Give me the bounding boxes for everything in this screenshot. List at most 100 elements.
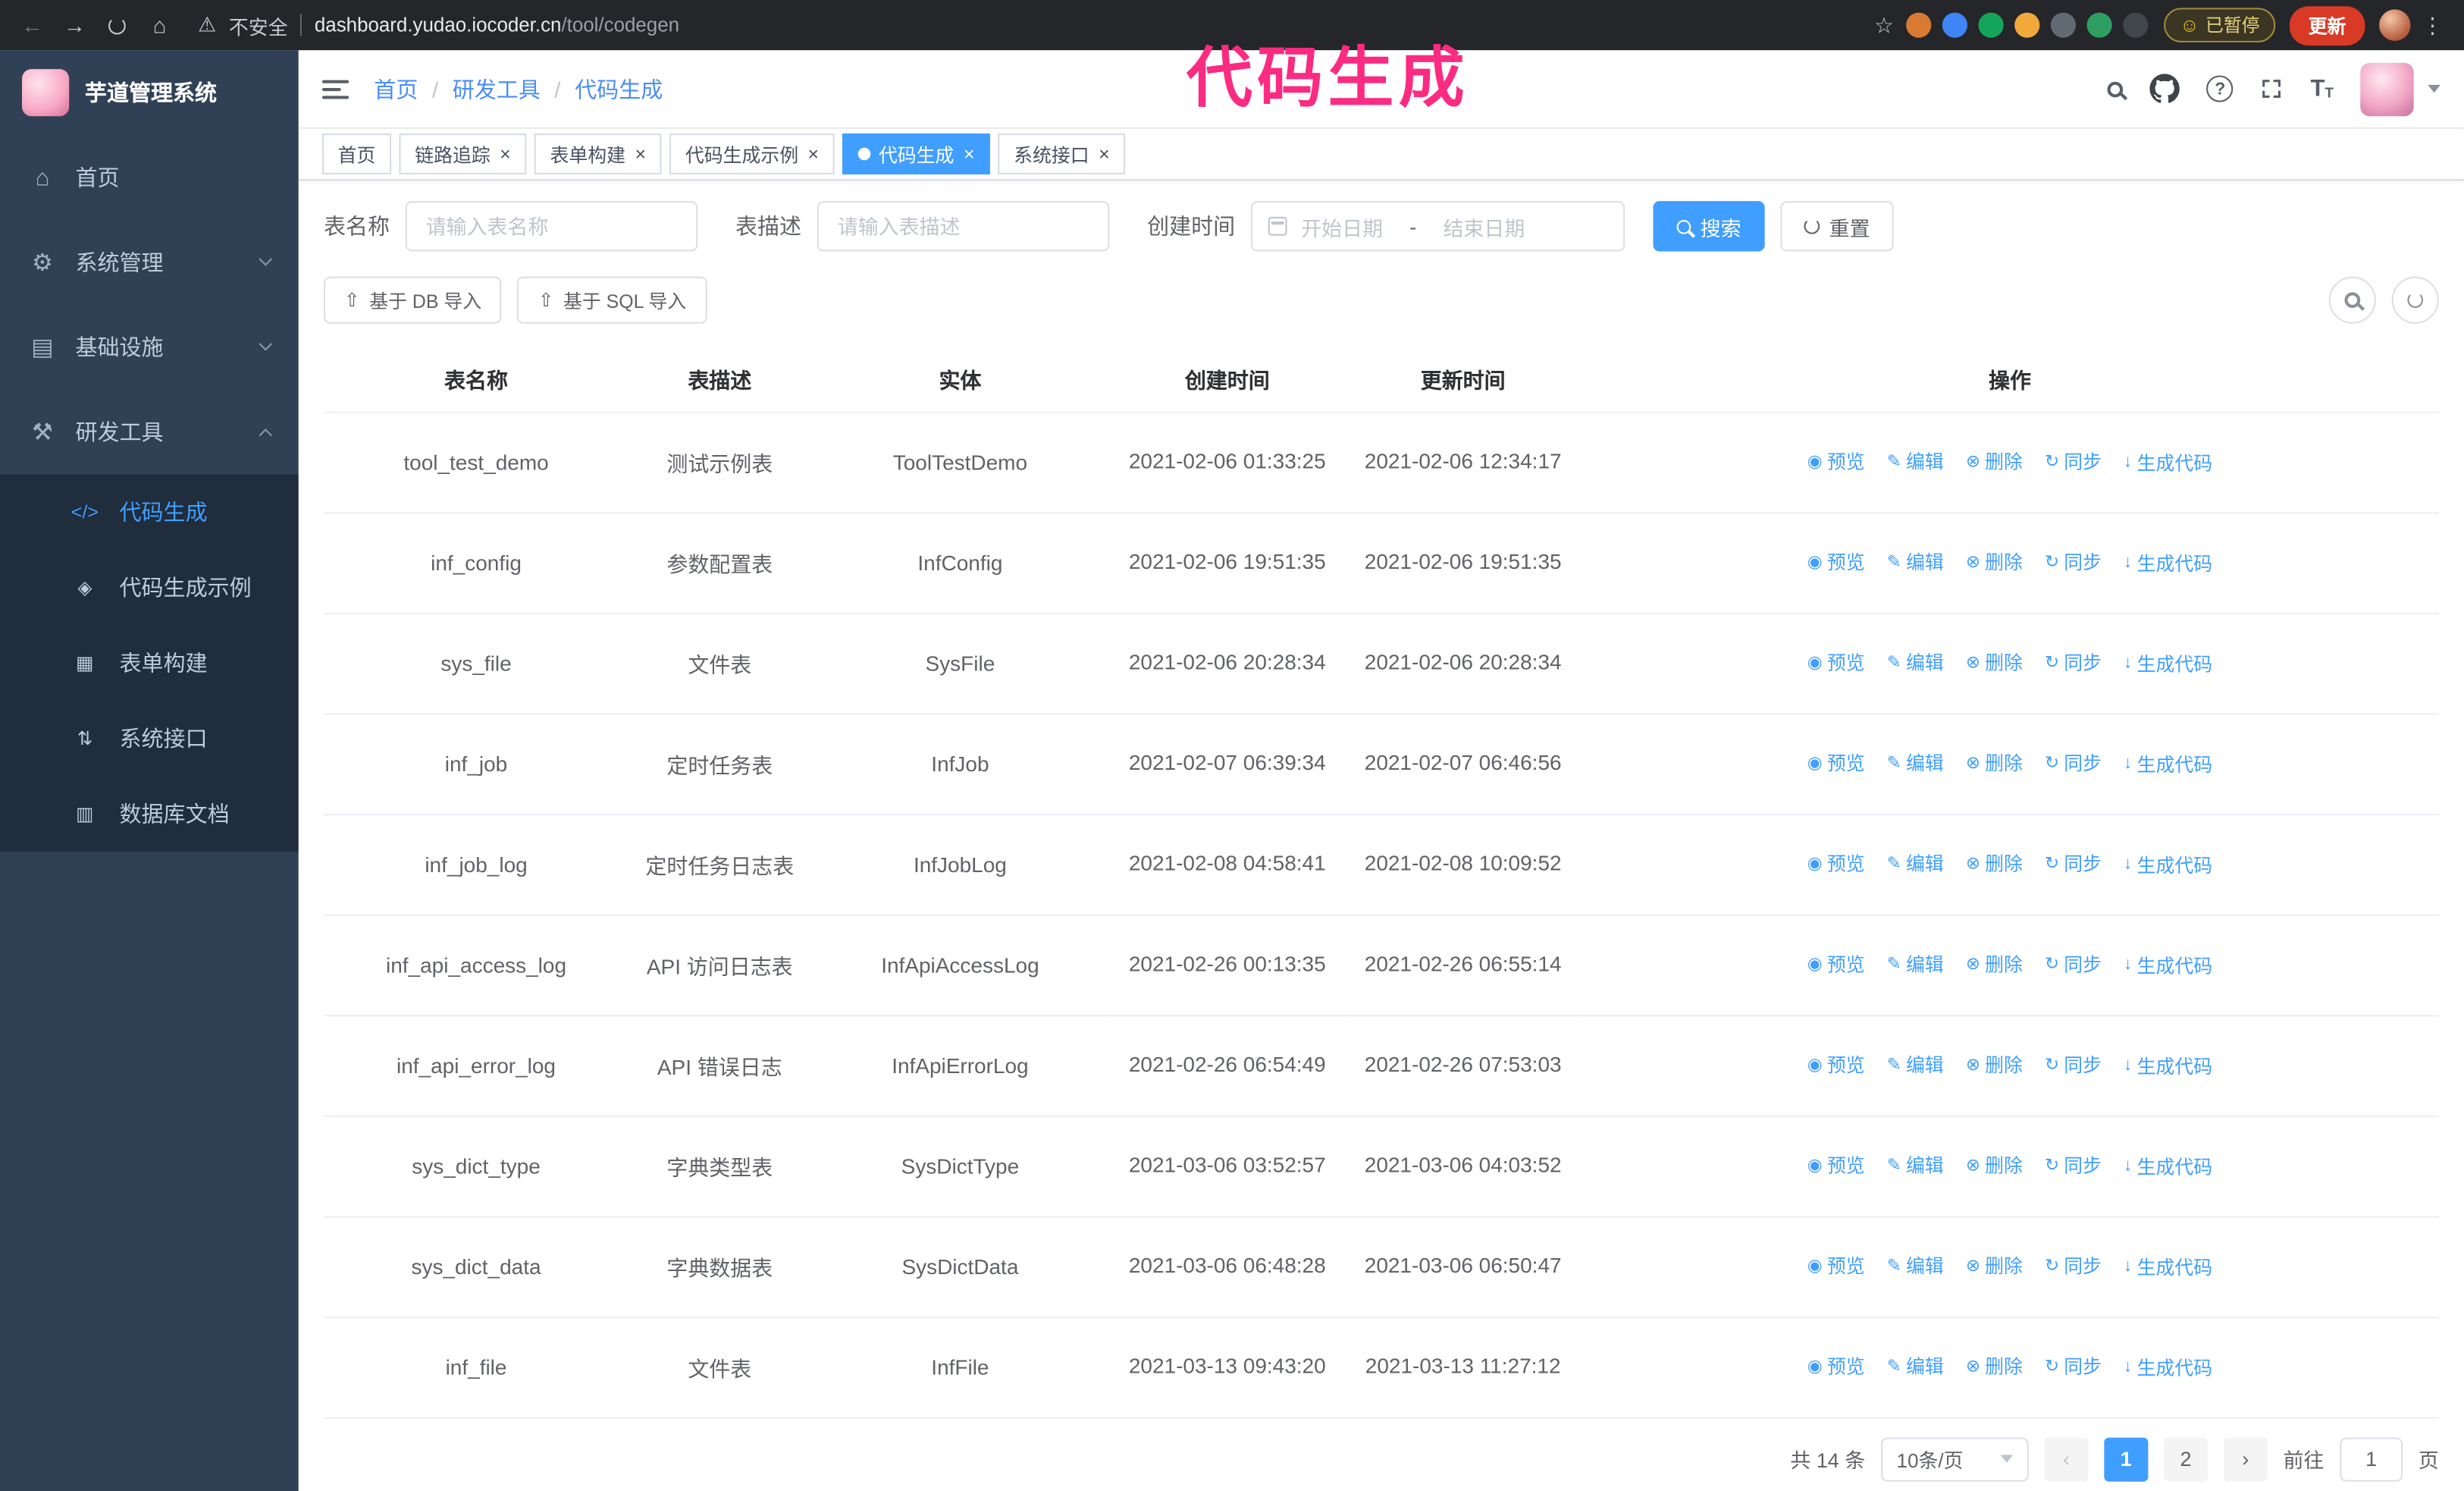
search-button[interactable]: 搜索 [1653,201,1765,252]
sidebar-subitem-0[interactable]: </> 代码生成 [0,475,299,550]
tab-2[interactable]: 表单构建 × [534,133,662,174]
preview-link[interactable]: ◉ 预览 [1807,850,1865,877]
sidebar-subitem-2[interactable]: ▦ 表单构建 [0,626,299,701]
tab-1[interactable]: 链路追踪 × [399,133,527,174]
delete-link[interactable]: ⊗ 删除 [1966,1152,2023,1179]
font-size-icon[interactable]: TT [2311,75,2334,102]
preview-link[interactable]: ◉ 预览 [1807,1152,1865,1179]
generate-code-link[interactable]: ↓ 生成代码 [2124,851,2212,877]
edit-link[interactable]: ✎ 编辑 [1887,1051,1944,1078]
edit-link[interactable]: ✎ 编辑 [1887,1353,1944,1380]
preview-link[interactable]: ◉ 预览 [1807,951,1865,978]
page-size-select[interactable]: 10条/页 [1880,1436,2029,1481]
caret-down-icon[interactable] [2428,84,2440,93]
import-sql-button[interactable]: ⇧ 基于 SQL 导入 [517,276,707,324]
generate-code-link[interactable]: ↓ 生成代码 [2124,1053,2212,1079]
sync-link[interactable]: ↻ 同步 [2045,1051,2102,1078]
fullscreen-icon[interactable] [2260,77,2284,101]
sync-link[interactable]: ↻ 同步 [2045,549,2102,576]
edit-link[interactable]: ✎ 编辑 [1887,448,1944,475]
sync-link[interactable]: ↻ 同步 [2045,750,2102,777]
paused-badge[interactable]: ☺ 已暂停 [2164,8,2276,42]
github-icon[interactable] [2150,74,2180,103]
extension-gray-icon[interactable] [2051,12,2077,38]
sidebar-item-0[interactable]: ⌂ 首页 [0,135,299,220]
tab-3[interactable]: 代码生成示例 × [669,133,835,174]
preview-link[interactable]: ◉ 预览 [1807,448,1865,475]
delete-link[interactable]: ⊗ 删除 [1966,649,2023,676]
close-tab-icon[interactable]: × [500,145,511,164]
browser-reload-button[interactable] [98,5,137,45]
delete-link[interactable]: ⊗ 删除 [1966,850,2023,877]
sync-link[interactable]: ↻ 同步 [2045,850,2102,877]
delete-link[interactable]: ⊗ 删除 [1966,1253,2023,1279]
sync-link[interactable]: ↻ 同步 [2045,1152,2102,1179]
next-page-button[interactable]: › [2223,1436,2268,1481]
preview-link[interactable]: ◉ 预览 [1807,549,1865,576]
generate-code-link[interactable]: ↓ 生成代码 [2124,1354,2212,1380]
browser-home-button[interactable]: ⌂ [140,5,179,45]
page-button-2[interactable]: 2 [2164,1436,2209,1481]
delete-link[interactable]: ⊗ 删除 [1966,448,2023,475]
prev-page-button[interactable]: ‹ [2044,1436,2089,1481]
tab-4[interactable]: 代码生成 × [842,133,991,174]
edit-link[interactable]: ✎ 编辑 [1887,549,1944,576]
edit-link[interactable]: ✎ 编辑 [1887,1253,1944,1279]
sidebar-subitem-3[interactable]: ⇅ 系统接口 [0,701,299,776]
edit-link[interactable]: ✎ 编辑 [1887,951,1944,978]
search-icon[interactable] [2108,80,2124,97]
tab-0[interactable]: 首页 [321,133,392,174]
preview-link[interactable]: ◉ 预览 [1807,1051,1865,1078]
generate-code-link[interactable]: ↓ 生成代码 [2124,1254,2212,1280]
extension-leaf-icon[interactable] [2086,12,2113,38]
sync-link[interactable]: ↻ 同步 [2045,649,2102,676]
close-tab-icon[interactable]: × [808,145,820,164]
refresh-table-button[interactable] [2391,276,2439,324]
sync-link[interactable]: ↻ 同步 [2045,1253,2102,1279]
sidebar-subitem-1[interactable]: ◈ 代码生成示例 [0,550,299,625]
browser-profile-avatar[interactable] [2379,9,2411,41]
delete-link[interactable]: ⊗ 删除 [1966,951,2023,978]
browser-back-button[interactable]: ← [13,5,52,45]
page-button-1[interactable]: 1 [2104,1436,2149,1481]
extension-blue-icon[interactable] [1942,12,1968,38]
generate-code-link[interactable]: ↓ 生成代码 [2124,952,2212,978]
browser-forward-button[interactable]: → [55,5,95,45]
toggle-search-button[interactable] [2328,276,2376,324]
sidebar-item-1[interactable]: ⚙ 系统管理 [0,220,299,305]
browser-menu-icon[interactable]: ⋮ [2414,12,2452,39]
preview-link[interactable]: ◉ 预览 [1807,1353,1865,1380]
import-db-button[interactable]: ⇧ 基于 DB 导入 [323,276,503,324]
extension-yellow-icon[interactable] [2014,12,2040,38]
generate-code-link[interactable]: ↓ 生成代码 [2124,751,2212,777]
hamburger-icon[interactable] [321,79,350,99]
preview-link[interactable]: ◉ 预览 [1807,1253,1865,1279]
edit-link[interactable]: ✎ 编辑 [1887,750,1944,777]
sync-link[interactable]: ↻ 同步 [2045,1353,2102,1380]
generate-code-link[interactable]: ↓ 生成代码 [2124,1153,2212,1179]
table-desc-input[interactable] [817,201,1110,252]
sidebar-subitem-4[interactable]: ▥ 数据库文档 [0,776,299,851]
user-avatar[interactable] [2360,61,2414,116]
extension-green-check-icon[interactable] [1978,12,2005,38]
extension-dark-puzzle-icon[interactable] [2123,12,2149,38]
sync-link[interactable]: ↻ 同步 [2045,448,2102,475]
generate-code-link[interactable]: ↓ 生成代码 [2124,650,2212,676]
breadcrumb-item-1[interactable]: 研发工具 [453,73,541,104]
preview-link[interactable]: ◉ 预览 [1807,649,1865,676]
close-tab-icon[interactable]: × [964,145,975,164]
table-name-input[interactable] [405,201,698,252]
update-button[interactable]: 更新 [2289,5,2365,46]
reset-button[interactable]: 重置 [1780,201,1894,252]
sidebar-item-2[interactable]: ▤ 基础设施 [0,305,299,390]
edit-link[interactable]: ✎ 编辑 [1887,850,1944,877]
sync-link[interactable]: ↻ 同步 [2045,951,2102,978]
breadcrumb-item-2[interactable]: 代码生成 [575,73,663,104]
generate-code-link[interactable]: ↓ 生成代码 [2124,550,2212,576]
extension-orange-icon[interactable] [1906,12,1932,38]
edit-link[interactable]: ✎ 编辑 [1887,1152,1944,1179]
bookmark-star-icon[interactable]: ☆ [1874,12,1894,39]
goto-page-input[interactable] [2340,1436,2403,1481]
delete-link[interactable]: ⊗ 删除 [1966,1353,2023,1380]
close-tab-icon[interactable]: × [635,145,647,164]
